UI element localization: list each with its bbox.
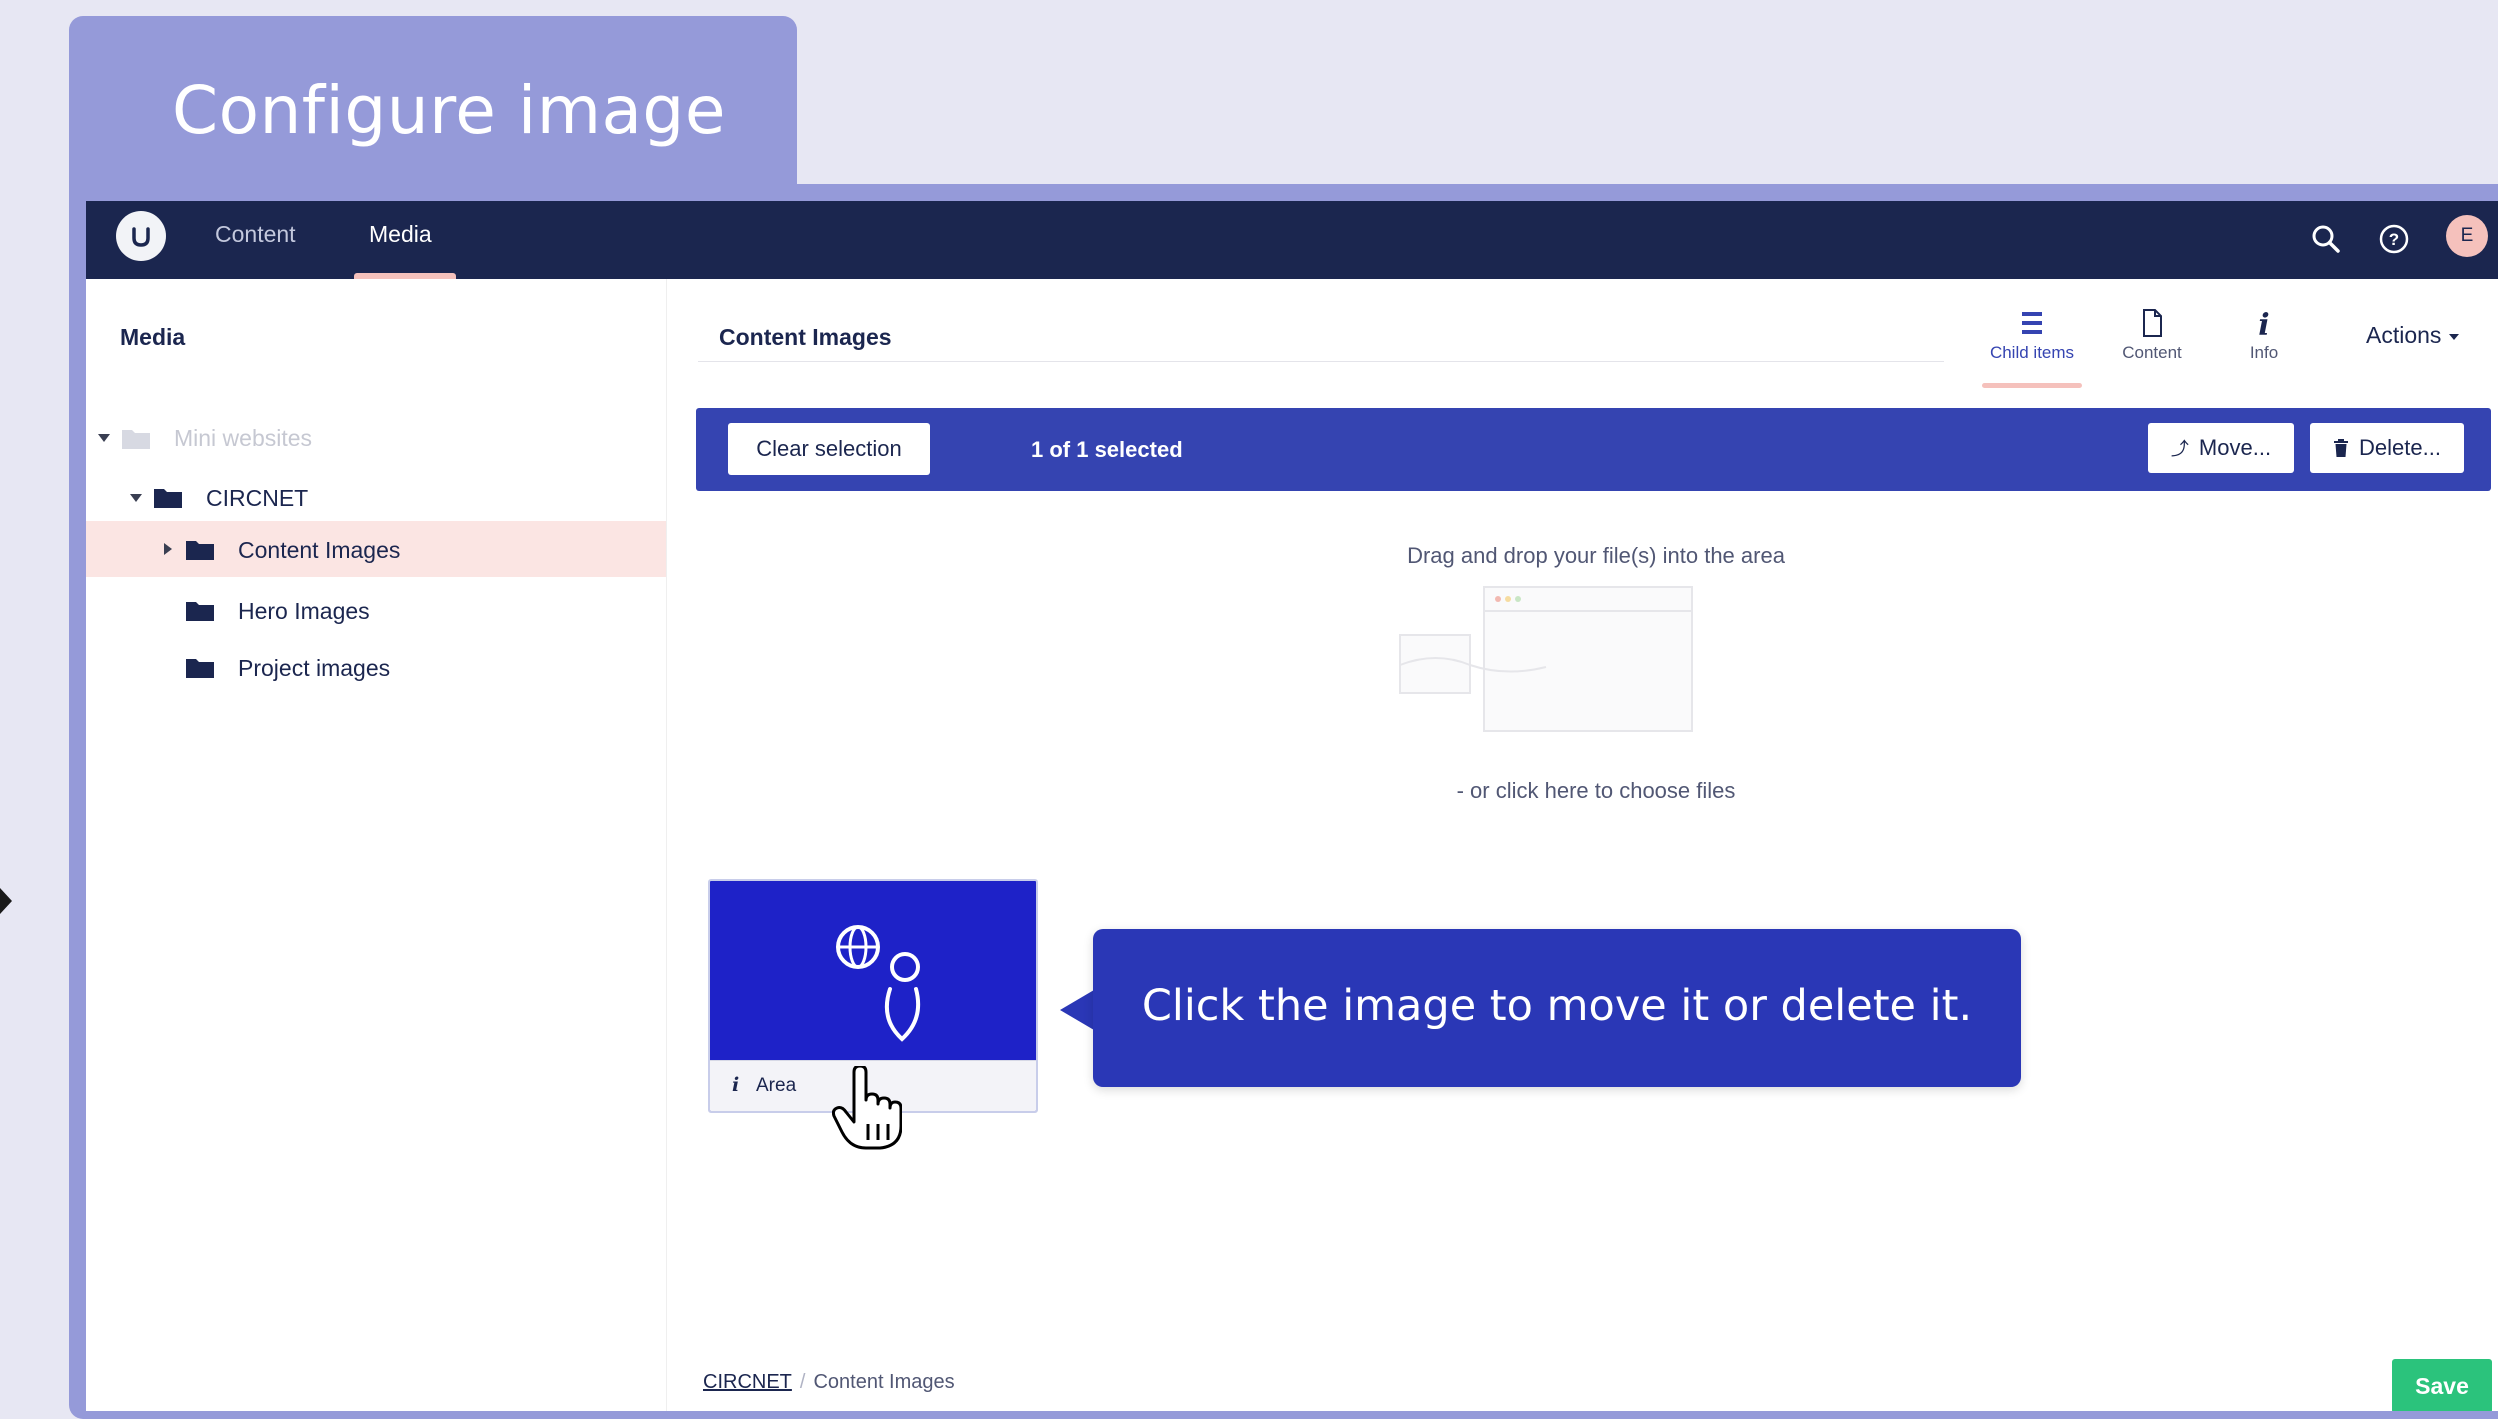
document-icon bbox=[2143, 309, 2162, 337]
tree-label: Project images bbox=[238, 655, 391, 681]
callout-pointer bbox=[1060, 990, 1094, 1030]
tree-item-mini-websites[interactable]: Mini websites bbox=[86, 409, 666, 465]
top-nav: Content Media ? E bbox=[86, 201, 2498, 279]
folder-icon bbox=[186, 541, 214, 560]
instruction-callout: Click the image to move it or delete it. bbox=[1093, 929, 2021, 1087]
tab-info[interactable]: i Info bbox=[2204, 307, 2324, 377]
sidebar-title: Media bbox=[120, 324, 186, 350]
info-icon: i bbox=[2258, 308, 2269, 339]
selection-count: 1 of 1 selected bbox=[1031, 437, 1183, 462]
list-icon bbox=[2022, 312, 2042, 334]
choose-files-link[interactable]: - or click here to choose files bbox=[696, 778, 2496, 804]
tree-item-hero-images[interactable]: Hero Images bbox=[86, 582, 666, 638]
page-title: Configure image bbox=[172, 72, 726, 149]
chevron-down-icon bbox=[2449, 333, 2460, 340]
tree-item-project-images[interactable]: Project images bbox=[86, 639, 666, 695]
actions-dropdown[interactable]: Actions bbox=[2366, 322, 2460, 349]
breadcrumb-current: Content Images bbox=[813, 1371, 955, 1393]
clear-selection-button[interactable]: Clear selection bbox=[728, 423, 930, 475]
upload-illustration-icon bbox=[1399, 586, 1693, 732]
media-item-label: Area bbox=[756, 1075, 797, 1096]
tab-child-items[interactable]: Child items bbox=[1972, 307, 2092, 377]
tab-content[interactable]: Content bbox=[2092, 307, 2212, 377]
file-dropzone[interactable]: Drag and drop your file(s) into the area… bbox=[696, 501, 2496, 821]
folder-icon bbox=[122, 430, 150, 449]
folder-icon bbox=[186, 602, 214, 621]
umbraco-logo-icon[interactable] bbox=[116, 211, 166, 261]
breadcrumb: CIRCNET / Content Images bbox=[703, 1371, 955, 1394]
area-illustration-icon bbox=[836, 925, 921, 1042]
move-button[interactable]: ⤴ Move... bbox=[2148, 423, 2294, 473]
folder-icon bbox=[154, 489, 182, 508]
info-icon: i bbox=[732, 1074, 740, 1096]
user-avatar[interactable]: E bbox=[2446, 215, 2488, 257]
tree-item-circnet[interactable]: CIRCNET bbox=[86, 469, 666, 525]
save-button[interactable]: Save bbox=[2392, 1359, 2492, 1411]
delete-button[interactable]: Delete... bbox=[2310, 423, 2464, 473]
hand-cursor-icon bbox=[832, 1066, 902, 1150]
folder-name-title: Content Images bbox=[719, 324, 892, 350]
tree-label: CIRCNET bbox=[206, 485, 309, 511]
breadcrumb-link-circnet[interactable]: CIRCNET bbox=[703, 1371, 792, 1393]
callout-text: Click the image to move it or delete it. bbox=[1141, 981, 1973, 1031]
tree-label: Content Images bbox=[238, 537, 401, 563]
caret-right-icon[interactable] bbox=[164, 543, 172, 555]
svg-text:i: i bbox=[2258, 308, 2269, 339]
slide-arrow-icon bbox=[0, 888, 12, 914]
svg-text:?: ? bbox=[2389, 230, 2399, 249]
move-icon: ⤴ bbox=[2170, 439, 2189, 459]
tree-label: Mini websites bbox=[174, 425, 313, 451]
media-tree-sidebar: Media Mini websites CIRCNET Content Imag… bbox=[86, 279, 667, 1411]
trash-icon bbox=[2334, 439, 2349, 457]
search-icon[interactable] bbox=[2308, 221, 2344, 257]
tab-active-indicator bbox=[1982, 383, 2082, 388]
caret-down-icon[interactable] bbox=[98, 434, 110, 442]
app-window: Content Media ? E Media Mini websites CI… bbox=[86, 201, 2498, 1411]
nav-media[interactable]: Media bbox=[369, 221, 432, 248]
breadcrumb-separator: / bbox=[799, 1371, 806, 1393]
nav-content[interactable]: Content bbox=[215, 221, 296, 248]
tree-label: Hero Images bbox=[238, 598, 370, 624]
dropzone-prompt: Drag and drop your file(s) into the area bbox=[1407, 543, 1785, 568]
folder-icon bbox=[186, 659, 214, 678]
tree-item-content-images[interactable]: Content Images bbox=[86, 521, 666, 577]
caret-down-icon[interactable] bbox=[130, 494, 142, 502]
help-icon[interactable]: ? bbox=[2376, 221, 2412, 257]
